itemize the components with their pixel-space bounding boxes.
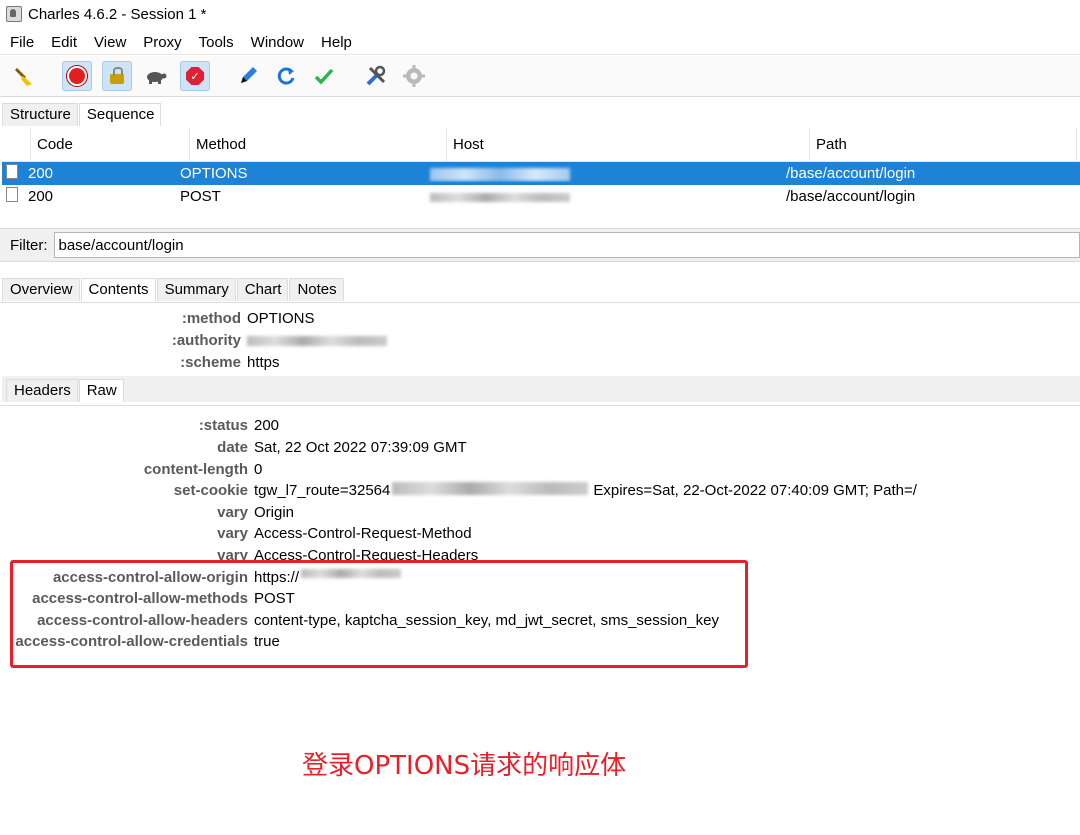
tab-chart[interactable]: Chart <box>236 278 289 301</box>
header-value-tail: Expires=Sat, 22-Oct-2022 07:40:09 GMT; P… <box>593 482 917 499</box>
column-icon-header <box>2 127 31 161</box>
table-row[interactable]: 200 OPTIONS /base/account/login <box>2 162 1080 185</box>
menu-bar: File Edit View Proxy Tools Window Help <box>0 30 1080 55</box>
tab-sequence[interactable]: Sequence <box>78 103 162 126</box>
menu-edit[interactable]: Edit <box>42 34 85 51</box>
cell-method: POST <box>180 188 221 205</box>
header-key: :authority <box>171 332 241 349</box>
header-key: set-cookie <box>173 482 248 499</box>
header-value: 0 <box>254 461 263 478</box>
header-value: https <box>247 354 280 371</box>
column-header-path[interactable]: Path <box>810 127 1077 161</box>
filter-input[interactable]: base/account/login <box>53 232 1080 258</box>
filter-bar: Filter: base/account/login <box>0 228 1080 262</box>
filter-label: Filter: <box>10 236 48 254</box>
response-header-row: vary Origin <box>0 504 294 521</box>
tab-contents[interactable]: Contents <box>80 278 156 301</box>
turtle-throttle-icon[interactable] <box>142 62 170 90</box>
header-value: Sat, 22 Oct 2022 07:39:09 GMT <box>254 439 467 456</box>
header-value-redacted <box>247 332 387 349</box>
tab-raw[interactable]: Raw <box>78 379 124 402</box>
response-header-row: set-cookie tgw_l7_route=32564 Expires=Sa… <box>0 482 917 499</box>
tab-overview[interactable]: Overview <box>2 278 80 301</box>
response-header-row: vary Access-Control-Request-Method <box>0 525 472 542</box>
header-value: Access-Control-Request-Method <box>254 525 472 542</box>
document-icon <box>2 164 22 183</box>
toolbar: ✓ <box>0 56 1080 97</box>
header-key: date <box>217 439 248 456</box>
settings-gear-icon[interactable] <box>400 62 428 90</box>
cell-code: 200 <box>28 188 54 205</box>
response-header-row: date Sat, 22 Oct 2022 07:39:09 GMT <box>0 439 467 456</box>
tab-structure[interactable]: Structure <box>2 103 78 126</box>
header-tabs: Headers Raw <box>2 376 1080 402</box>
ssl-lock-icon[interactable] <box>102 61 132 91</box>
request-headers-panel: :method OPTIONS :authority :scheme https <box>0 302 1080 375</box>
record-icon[interactable] <box>62 61 92 91</box>
sequence-table: Code Method Host Path 200 OPTIONS /base/… <box>2 127 1080 209</box>
cookie-value-redacted <box>392 482 589 495</box>
menu-proxy[interactable]: Proxy <box>134 34 189 51</box>
header-value: Origin <box>254 504 295 521</box>
cell-host-redacted <box>424 188 780 205</box>
broom-icon[interactable] <box>10 62 38 90</box>
checkmark-icon[interactable] <box>310 62 338 90</box>
menu-tools[interactable]: Tools <box>190 34 242 51</box>
tools-icon[interactable] <box>362 62 390 90</box>
header-key: vary <box>217 504 248 521</box>
charles-app-icon <box>6 6 22 22</box>
menu-view[interactable]: View <box>85 34 134 51</box>
pen-compose-icon[interactable] <box>234 62 262 90</box>
refresh-icon[interactable] <box>272 62 300 90</box>
header-key: :method <box>181 310 241 327</box>
menu-window[interactable]: Window <box>242 34 312 51</box>
cell-host-redacted <box>424 165 780 182</box>
header-value: tgw_l7_route=32564 <box>254 482 391 499</box>
header-key: vary <box>217 525 248 542</box>
detail-tabs: Overview Contents Summary Chart Notes <box>2 274 345 301</box>
menu-help[interactable]: Help <box>312 34 360 51</box>
annotation-caption: 登录OPTIONS请求的响应体 <box>302 751 627 781</box>
tab-notes[interactable]: Notes <box>289 278 344 301</box>
response-header-row: content-length 0 <box>0 461 263 478</box>
cell-method: OPTIONS <box>180 165 248 182</box>
title-bar: Charles 4.6.2 - Session 1 * <box>0 0 1080 28</box>
view-tabs: Structure Sequence <box>2 100 162 126</box>
cell-code: 200 <box>28 165 54 182</box>
table-row[interactable]: 200 POST /base/account/login <box>2 185 1080 208</box>
tab-summary[interactable]: Summary <box>156 278 236 301</box>
column-header-host[interactable]: Host <box>447 127 810 161</box>
header-key: content-length <box>143 461 248 478</box>
column-header-code[interactable]: Code <box>31 127 190 161</box>
menu-file[interactable]: File <box>0 34 42 51</box>
request-header-row: :method OPTIONS <box>0 310 315 327</box>
window-title: Charles 4.6.2 - Session 1 * <box>28 5 207 23</box>
tab-headers[interactable]: Headers <box>6 379 78 402</box>
request-header-row: :scheme https <box>0 354 280 371</box>
header-value: 200 <box>254 417 280 434</box>
table-header: Code Method Host Path <box>2 127 1080 162</box>
breakpoint-stop-icon[interactable]: ✓ <box>180 61 210 91</box>
json-document-icon <box>2 187 22 206</box>
column-header-method[interactable]: Method <box>190 127 447 161</box>
header-value: OPTIONS <box>247 310 315 327</box>
header-key: :scheme <box>180 354 241 371</box>
request-header-row: :authority <box>0 332 387 349</box>
cell-path: /base/account/login <box>786 188 916 205</box>
response-header-row: :status 200 <box>0 417 279 434</box>
header-key: :status <box>198 417 248 434</box>
cell-path: /base/account/login <box>786 165 916 182</box>
highlight-box <box>10 560 748 668</box>
